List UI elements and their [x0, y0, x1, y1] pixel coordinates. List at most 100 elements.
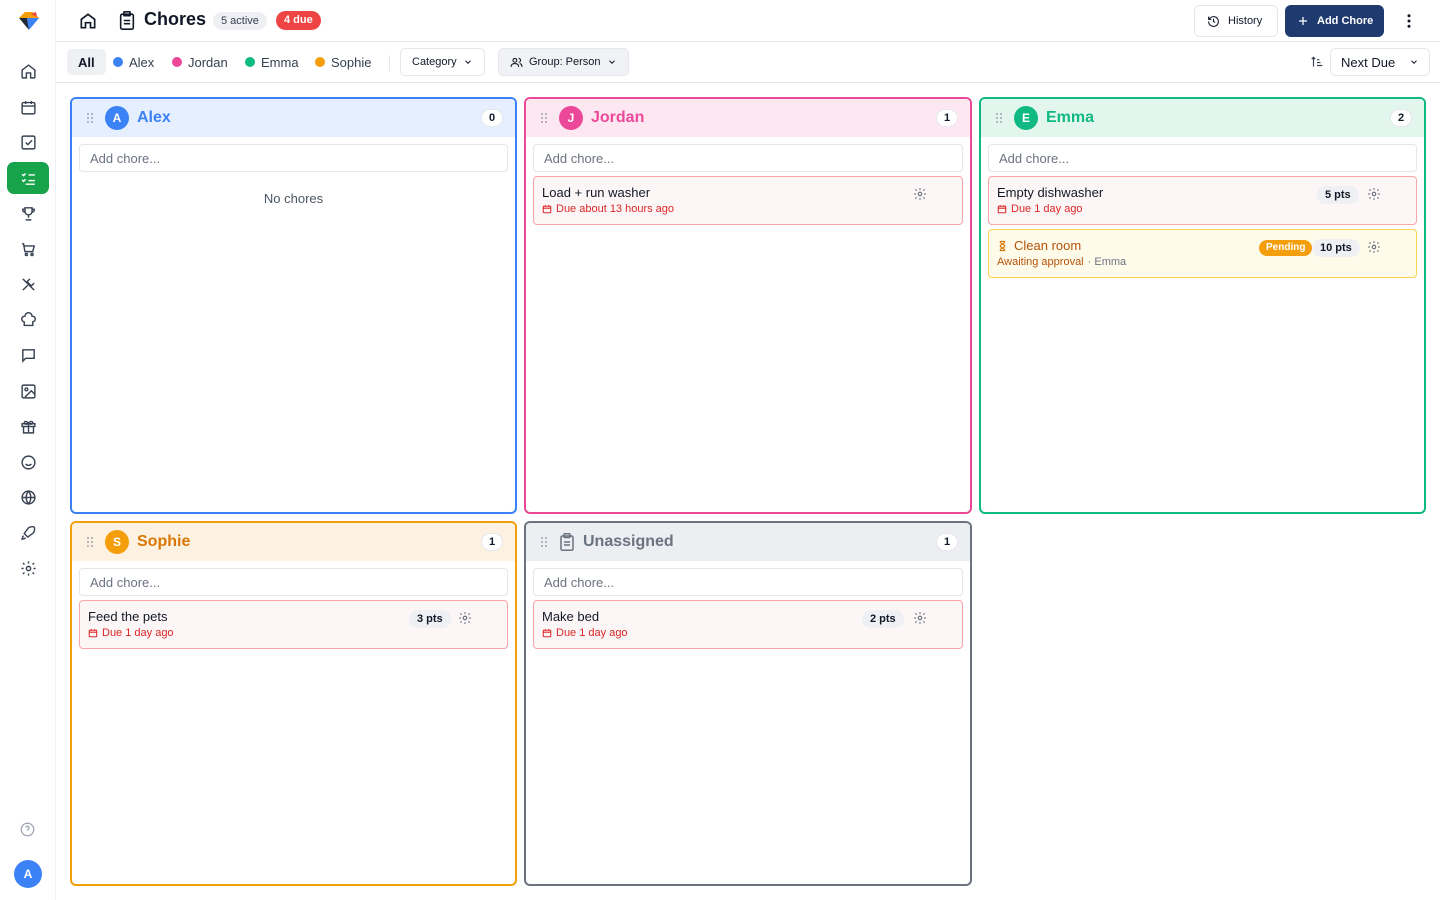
sidebar-item-settings[interactable] [7, 552, 49, 584]
sidebar-item-meals[interactable] [7, 268, 49, 300]
chore-due-text: Due about 13 hours ago [556, 203, 675, 215]
sidebar-item-chores[interactable] [7, 162, 49, 194]
chore-due-text: Due 1 day ago [556, 627, 628, 639]
empty-state-text: No chores [263, 191, 324, 206]
filter-person-label: Emma [261, 54, 299, 70]
calendar-icon [997, 205, 1007, 214]
help-icon[interactable] [20, 822, 35, 837]
drag-handle-icon[interactable] [86, 112, 94, 124]
sidebar-item-rewards[interactable] [7, 197, 49, 229]
chore-count-badge: 1 [936, 533, 958, 551]
sidebar-item-photos[interactable] [7, 375, 49, 407]
sidebar-item-tasks[interactable] [7, 126, 49, 158]
person-column-alex: A Alex 0 Add chore... No chores [70, 97, 517, 514]
chore-title: Clean room [1014, 238, 1082, 253]
chore-due-text: Due 1 day ago [102, 627, 174, 639]
history-icon [1208, 15, 1219, 27]
unassigned-column: Unassigned 1 Add chore... Make bed Due 1… [524, 521, 972, 886]
group-by-label: Group: Person [529, 56, 601, 68]
person-color-dot [113, 57, 123, 67]
globe-icon [20, 489, 36, 505]
sidebar-item-shopping[interactable] [7, 233, 49, 265]
more-vertical-icon[interactable] [1400, 12, 1418, 30]
chore-count-badge: 1 [936, 109, 958, 127]
calendar-icon [20, 100, 36, 115]
chore-settings-icon[interactable] [913, 611, 927, 625]
points-badge: 5 pts [1317, 186, 1359, 204]
add-chore-input[interactable]: Add chore... [79, 568, 508, 596]
person-color-dot [315, 57, 325, 67]
user-avatar[interactable]: A [14, 860, 42, 888]
column-title: Jordan [591, 109, 645, 126]
submitted-by-text: · Emma [1087, 256, 1127, 268]
add-chore-button[interactable]: Add Chore [1285, 5, 1384, 37]
smile-icon [20, 454, 36, 470]
filter-divider [389, 55, 390, 71]
chevron-down-icon [608, 60, 615, 64]
chore-count-badge: 1 [481, 533, 503, 551]
sidebar-item-explore[interactable] [7, 481, 49, 513]
add-chore-input[interactable]: Add chore... [988, 144, 1417, 172]
column-title: Unassigned [583, 533, 674, 550]
filter-bar: All Alex Jordan Emma Sophie Category Gro… [56, 42, 1440, 83]
app-logo-icon[interactable] [17, 10, 41, 32]
plus-icon [1299, 17, 1307, 25]
chore-due-text: Due 1 day ago [1011, 203, 1083, 215]
filter-person-label: Sophie [331, 54, 372, 70]
chore-approval-status: Awaiting approval · Emma [997, 256, 1408, 268]
sidebar-item-gifts[interactable] [7, 410, 49, 442]
hourglass-icon [999, 240, 1006, 251]
sort-dropdown[interactable]: Next Due [1330, 48, 1430, 76]
filter-person-jordan[interactable]: Jordan [168, 49, 232, 75]
sidebar-item-home[interactable] [7, 55, 49, 87]
drag-handle-icon[interactable] [540, 536, 548, 548]
drag-handle-icon[interactable] [86, 536, 94, 548]
chore-card[interactable]: Load + run washer Due about 13 hours ago [533, 176, 963, 225]
person-avatar: S [105, 530, 129, 554]
chore-settings-icon[interactable] [1367, 240, 1381, 254]
sidebar-item-launch[interactable] [7, 517, 49, 549]
chevron-down-icon [1411, 60, 1417, 64]
chef-hat-icon [20, 311, 36, 326]
chat-icon [21, 348, 35, 363]
pending-status-badge: Pending [1259, 240, 1313, 256]
add-chore-input[interactable]: Add chore... [533, 144, 963, 172]
filter-person-emma[interactable]: Emma [241, 49, 303, 75]
trophy-icon [21, 206, 35, 221]
chore-settings-icon[interactable] [458, 611, 472, 625]
sidebar-item-messages[interactable] [7, 339, 49, 371]
sidebar-item-mood[interactable] [7, 446, 49, 478]
drag-handle-icon[interactable] [995, 112, 1003, 124]
active-count-badge: 5 active [213, 12, 267, 30]
add-chore-input[interactable]: Add chore... [533, 568, 963, 596]
chore-due: Due 1 day ago [997, 203, 1408, 215]
chore-card-pending[interactable]: Clean room Awaiting approval · Emma Pend… [988, 229, 1417, 278]
filter-all-chip[interactable]: All [67, 49, 106, 75]
chore-card[interactable]: Empty dishwasher Due 1 day ago 5 pts [988, 176, 1417, 225]
category-dropdown[interactable]: Category [400, 48, 485, 76]
sidebar-item-calendar[interactable] [7, 91, 49, 123]
person-color-dot [245, 57, 255, 67]
chore-settings-icon[interactable] [913, 187, 927, 201]
chore-card[interactable]: Make bed Due 1 day ago 2 pts [533, 600, 963, 649]
filter-person-alex[interactable]: Alex [109, 49, 158, 75]
group-by-dropdown[interactable]: Group: Person [498, 48, 629, 76]
sort-direction-icon[interactable] [1310, 55, 1324, 69]
due-count-badge: 4 due [276, 11, 321, 30]
category-label: Category [412, 56, 457, 68]
person-avatar: E [1014, 106, 1038, 130]
history-button[interactable]: History [1194, 5, 1278, 37]
chore-settings-icon[interactable] [1367, 187, 1381, 201]
clipboard-icon [560, 533, 574, 551]
drag-handle-icon[interactable] [540, 112, 548, 124]
chore-card[interactable]: Feed the pets Due 1 day ago 3 pts [79, 600, 508, 649]
filter-person-sophie[interactable]: Sophie [311, 49, 375, 75]
chore-due: Due about 13 hours ago [542, 203, 954, 215]
add-chore-input[interactable]: Add chore... [79, 144, 508, 172]
person-avatar: A [105, 106, 129, 130]
points-badge: 2 pts [862, 610, 904, 628]
sidebar-item-recipes[interactable] [7, 304, 49, 336]
add-chore-label: Add Chore [1317, 15, 1374, 27]
home-button-icon[interactable] [78, 11, 98, 31]
calendar-icon [88, 629, 98, 638]
